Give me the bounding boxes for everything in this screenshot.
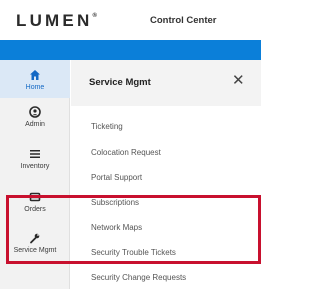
top-bar: LUMEN® Control Center [0,0,261,40]
rail-item-label: Inventory [20,163,50,170]
panel-header: Service Mgmt ✕ [71,60,261,106]
rail-item-admin[interactable]: Admin [0,106,70,136]
menu-item-colocation-request[interactable]: Colocation Request [91,148,161,157]
menu-item-portal-support[interactable]: Portal Support [91,173,142,182]
logo-text: LUMEN [16,11,93,30]
rail-item-label: Home [25,84,45,91]
rail-item-inventory[interactable]: Inventory [0,148,70,178]
list-icon [0,148,70,162]
panel-title: Service Mgmt [89,77,151,88]
home-icon [0,69,70,83]
header-accent-band [0,40,261,60]
close-icon[interactable]: ✕ [232,73,245,88]
highlight-box [6,195,261,264]
lumen-logo[interactable]: LUMEN® [16,11,97,31]
rail-item-label: Admin [25,121,45,128]
menu-item-ticketing[interactable]: Ticketing [91,122,123,131]
user-circle-icon [0,106,70,120]
menu-item-security-change-requests[interactable]: Security Change Requests [91,273,186,282]
logo-mark: ® [92,13,97,20]
rail-item-home[interactable]: Home [0,60,70,98]
app-title: Control Center [150,15,217,26]
